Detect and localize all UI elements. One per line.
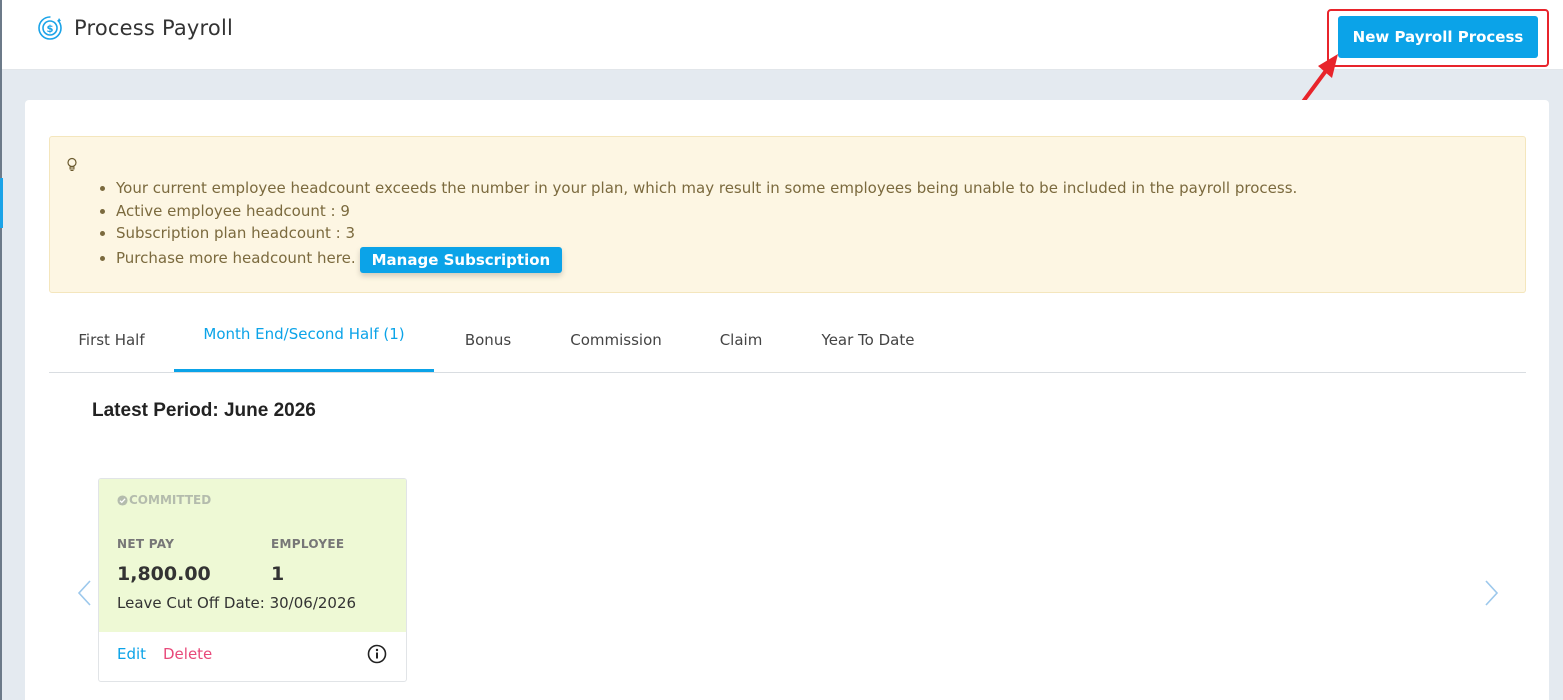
status-badge: COMMITTED bbox=[117, 493, 211, 507]
tab-bonus[interactable]: Bonus bbox=[434, 308, 542, 372]
period-title: Latest Period: June 2026 bbox=[92, 400, 316, 421]
tab-year-to-date[interactable]: Year To Date bbox=[792, 308, 944, 372]
tab-bar: First Half Month End/Second Half (1) Bon… bbox=[49, 308, 1526, 373]
alert-item: Active employee headcount : 9 bbox=[116, 200, 1297, 223]
check-circle-icon bbox=[117, 494, 128, 506]
payroll-cycle-icon: $ bbox=[38, 16, 62, 40]
info-icon[interactable] bbox=[367, 644, 387, 664]
edit-link[interactable]: Edit bbox=[117, 645, 146, 663]
left-accent bbox=[0, 178, 3, 228]
alert-item: Purchase more headcount here.Manage Subs… bbox=[116, 245, 1297, 273]
manage-subscription-button[interactable]: Manage Subscription bbox=[359, 246, 563, 273]
card-actions: Edit Delete bbox=[99, 632, 406, 681]
main-card: Your current employee headcount exceeds … bbox=[25, 100, 1549, 700]
page-title: Process Payroll bbox=[74, 16, 234, 40]
tab-commission[interactable]: Commission bbox=[542, 308, 690, 372]
left-edge bbox=[0, 0, 2, 700]
employee-count-value: 1 bbox=[271, 563, 285, 585]
title-wrap: $ Process Payroll bbox=[36, 14, 233, 42]
net-pay-value: 1,800.00 bbox=[117, 563, 211, 585]
alert-item: Subscription plan headcount : 3 bbox=[116, 222, 1297, 245]
alert-list: Your current employee headcount exceeds … bbox=[116, 177, 1297, 273]
svg-text:$: $ bbox=[47, 24, 54, 35]
leave-cutoff-date: Leave Cut Off Date: 30/06/2026 bbox=[117, 594, 357, 612]
headcount-alert: Your current employee headcount exceeds … bbox=[49, 136, 1526, 293]
new-payroll-process-button[interactable]: New Payroll Process bbox=[1338, 16, 1538, 58]
tab-claim[interactable]: Claim bbox=[690, 308, 792, 372]
delete-link[interactable]: Delete bbox=[163, 645, 212, 663]
chevron-left-icon[interactable] bbox=[75, 578, 95, 608]
net-pay-label: NET PAY bbox=[117, 537, 175, 551]
tab-month-end-second-half[interactable]: Month End/Second Half (1) bbox=[174, 308, 434, 372]
alert-item: Your current employee headcount exceeds … bbox=[116, 177, 1297, 200]
tab-first-half[interactable]: First Half bbox=[49, 308, 174, 372]
chevron-right-icon[interactable] bbox=[1481, 578, 1501, 608]
payroll-period-card: COMMITTED NET PAY EMPLOYEE 1,800.00 1 Le… bbox=[98, 478, 407, 682]
card-summary: COMMITTED NET PAY EMPLOYEE 1,800.00 1 Le… bbox=[99, 479, 406, 632]
employee-label: EMPLOYEE bbox=[271, 537, 345, 551]
lightbulb-icon bbox=[67, 157, 77, 171]
